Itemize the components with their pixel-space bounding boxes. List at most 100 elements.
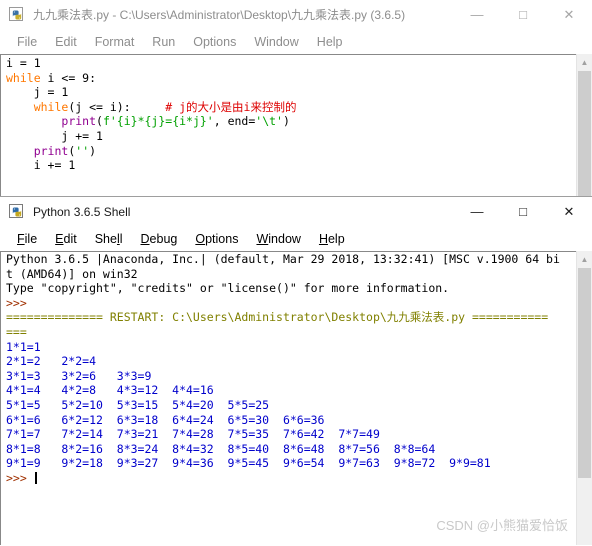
editor-menu-file[interactable]: File bbox=[8, 33, 46, 51]
code-token-plain: ) bbox=[282, 114, 290, 129]
code-token-plain: j += 1 bbox=[61, 128, 103, 143]
maximize-button[interactable]: □ bbox=[500, 197, 546, 227]
shell-menu-window[interactable]: Window bbox=[247, 230, 309, 248]
shell-output-line: 7*1=7 7*2=14 7*3=21 7*4=28 7*5=35 7*6=42… bbox=[6, 427, 592, 442]
editor-text-pane[interactable]: i = 1 while i <= 9: j = 1 while(j <= i): … bbox=[0, 54, 592, 200]
code-line: i = 1 bbox=[6, 56, 592, 71]
code-token-plain: i <= 9: bbox=[40, 70, 97, 85]
csdn-watermark: CSDN @小熊猫爱恰饭 bbox=[436, 518, 568, 533]
code-token-bi: print bbox=[33, 143, 69, 158]
editor-scroll-thumb[interactable] bbox=[578, 71, 591, 199]
editor-vertical-scrollbar[interactable]: ▲ bbox=[576, 54, 592, 200]
shell-output-line: 6*1=6 6*2=12 6*3=18 6*4=24 6*5=30 6*6=36 bbox=[6, 413, 592, 428]
editor-menu-format[interactable]: Format bbox=[86, 33, 144, 51]
code-line: j = 1 bbox=[6, 85, 592, 100]
shell-output-line: 9*1=9 9*2=18 9*3=27 9*4=36 9*5=45 9*6=54… bbox=[6, 456, 592, 471]
shell-menu-options[interactable]: Options bbox=[186, 230, 247, 248]
shell-output-line-text: 6*1=6 6*2=12 6*3=18 6*4=24 6*5=30 6*6=36 bbox=[6, 412, 325, 427]
code-token-plain: ( bbox=[96, 114, 103, 129]
shell-menu-help[interactable]: Help bbox=[310, 230, 354, 248]
code-token-plain: i += 1 bbox=[33, 158, 76, 173]
shell-output-text[interactable]: Python 3.6.5 |Anaconda, Inc.| (default, … bbox=[0, 251, 592, 486]
shell-output-line: 8*1=8 8*2=16 8*3=24 8*4=32 8*5=40 8*6=48… bbox=[6, 442, 592, 457]
maximize-button[interactable]: □ bbox=[500, 0, 546, 30]
code-token-cmt: # j的大小是由i来控制的 bbox=[165, 99, 297, 114]
shell-menu-file[interactable]: File bbox=[8, 230, 46, 248]
editor-menu-help[interactable]: Help bbox=[308, 33, 352, 51]
code-token-bi: print bbox=[61, 114, 97, 129]
shell-output-line-text: 4*1=4 4*2=8 4*3=12 4*4=16 bbox=[6, 383, 214, 398]
code-token-plain: i = 1 bbox=[6, 56, 41, 70]
shell-output-line: 3*1=3 3*2=6 3*3=9 bbox=[6, 369, 592, 384]
shell-output-line-text: 5*1=5 5*2=10 5*3=15 5*4=20 5*5=25 bbox=[6, 397, 270, 412]
shell-restart-line: === bbox=[6, 325, 592, 340]
code-line: while(j <= i): # j的大小是由i来控制的 bbox=[6, 100, 592, 115]
editor-window: 九九乘法表.py - C:\Users\Administrator\Deskto… bbox=[0, 0, 592, 201]
shell-final-prompt-line: >>> bbox=[6, 471, 592, 486]
editor-titlebar[interactable]: 九九乘法表.py - C:\Users\Administrator\Deskto… bbox=[0, 0, 592, 30]
code-token-kw: while bbox=[33, 99, 69, 114]
scroll-up-arrow-icon[interactable]: ▲ bbox=[577, 54, 592, 70]
shell-scroll-thumb[interactable] bbox=[578, 268, 591, 478]
shell-final-prompt: >>> bbox=[6, 470, 34, 485]
shell-output-line: 2*1=2 2*2=4 bbox=[6, 354, 592, 369]
shell-banner-line: Type "copyright", "credits" or "license(… bbox=[6, 281, 592, 296]
code-token-plain: ) bbox=[89, 143, 97, 158]
minimize-button[interactable]: — bbox=[454, 197, 500, 227]
code-line: while i <= 9: bbox=[6, 71, 592, 86]
close-button[interactable]: ✕ bbox=[546, 0, 592, 30]
shell-pane-left-border bbox=[0, 251, 1, 546]
shell-output-line-text: 9*1=9 9*2=18 9*3=27 9*4=36 9*5=45 9*6=54… bbox=[6, 456, 491, 471]
shell-output-line-text: 7*1=7 7*2=14 7*3=21 7*4=28 7*5=35 7*6=42… bbox=[6, 427, 380, 442]
shell-menu-edit[interactable]: Edit bbox=[46, 230, 86, 248]
shell-menu-shell[interactable]: Shell bbox=[86, 230, 132, 248]
editor-code-text[interactable]: i = 1 while i <= 9: j = 1 while(j <= i): … bbox=[0, 54, 592, 173]
editor-menubar: File Edit Format Run Options Window Help bbox=[0, 30, 592, 54]
shell-title: Python 3.6.5 Shell bbox=[33, 204, 131, 219]
shell-menu-debug[interactable]: Debug bbox=[132, 230, 187, 248]
shell-output-line-text: 2*1=2 2*2=4 bbox=[6, 354, 97, 369]
shell-output-line: 4*1=4 4*2=8 4*3=12 4*4=16 bbox=[6, 383, 592, 398]
editor-menu-edit[interactable]: Edit bbox=[46, 33, 86, 51]
code-token-plain: j = 1 bbox=[33, 85, 69, 100]
python-idle-icon bbox=[9, 6, 25, 23]
minimize-button[interactable]: — bbox=[454, 0, 500, 30]
editor-menu-run[interactable]: Run bbox=[143, 33, 184, 51]
shell-menubar: File Edit Shell Debug Options Window Help bbox=[0, 227, 592, 251]
text-cursor bbox=[34, 471, 37, 484]
editor-menu-options[interactable]: Options bbox=[184, 33, 245, 51]
code-token-kw: while bbox=[6, 70, 41, 85]
editor-title: 九九乘法表.py - C:\Users\Administrator\Deskto… bbox=[33, 8, 406, 22]
shell-window: Python 3.6.5 Shell — □ ✕ File Edit Shell De… bbox=[0, 196, 592, 546]
code-token-plain: (j <= i): bbox=[68, 99, 131, 114]
shell-banner-line: Python 3.6.5 |Anaconda, Inc.| (default, … bbox=[6, 252, 592, 267]
code-token-str: '\t' bbox=[255, 114, 283, 129]
shell-banner-line-text: Type "copyright", "credits" or "license(… bbox=[6, 281, 450, 296]
shell-banner-line-text: t (AMD64)] on win32 bbox=[6, 266, 138, 281]
code-line: i += 1 bbox=[6, 158, 592, 173]
editor-window-controls: — □ ✕ bbox=[454, 0, 592, 30]
shell-vertical-scrollbar[interactable]: ▲ bbox=[576, 251, 592, 546]
shell-restart-line-text: ============== RESTART: C:\Users\Adminis… bbox=[6, 310, 549, 325]
code-line: print(f'{i}*{j}={i*j}', end='\t') bbox=[6, 114, 592, 129]
shell-output-line: 1*1=1 bbox=[6, 340, 592, 355]
close-button[interactable]: ✕ bbox=[546, 197, 592, 227]
code-token-str: f'{i}*{j}={i*j}' bbox=[102, 114, 214, 129]
code-line: j += 1 bbox=[6, 129, 592, 144]
code-token-str: '' bbox=[75, 143, 90, 158]
shell-output-line-text: 1*1=1 bbox=[6, 339, 41, 354]
editor-menu-window[interactable]: Window bbox=[245, 33, 307, 51]
shell-output-line-text: 3*1=3 3*2=6 3*3=9 bbox=[6, 368, 152, 383]
shell-pane-top-border bbox=[0, 251, 592, 252]
shell-text-pane[interactable]: Python 3.6.5 |Anaconda, Inc.| (default, … bbox=[0, 251, 592, 546]
shell-titlebar[interactable]: Python 3.6.5 Shell — □ ✕ bbox=[0, 197, 592, 227]
shell-banner-line-text: Python 3.6.5 |Anaconda, Inc.| (default, … bbox=[6, 252, 560, 266]
shell-banner-line: t (AMD64)] on win32 bbox=[6, 267, 592, 282]
scroll-up-arrow-icon[interactable]: ▲ bbox=[577, 251, 592, 267]
